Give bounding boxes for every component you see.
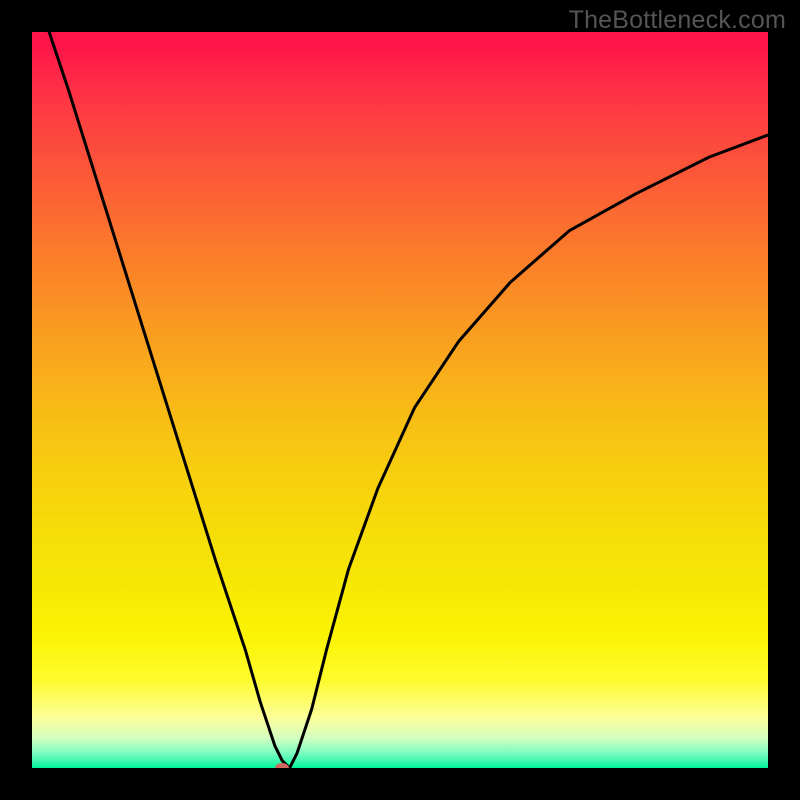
minimum-marker (275, 763, 289, 768)
chart-container: TheBottleneck.com (0, 0, 800, 800)
bottleneck-curve (32, 32, 768, 768)
plot-area (32, 32, 768, 768)
watermark-text: TheBottleneck.com (569, 6, 786, 35)
curve-layer (32, 32, 768, 768)
